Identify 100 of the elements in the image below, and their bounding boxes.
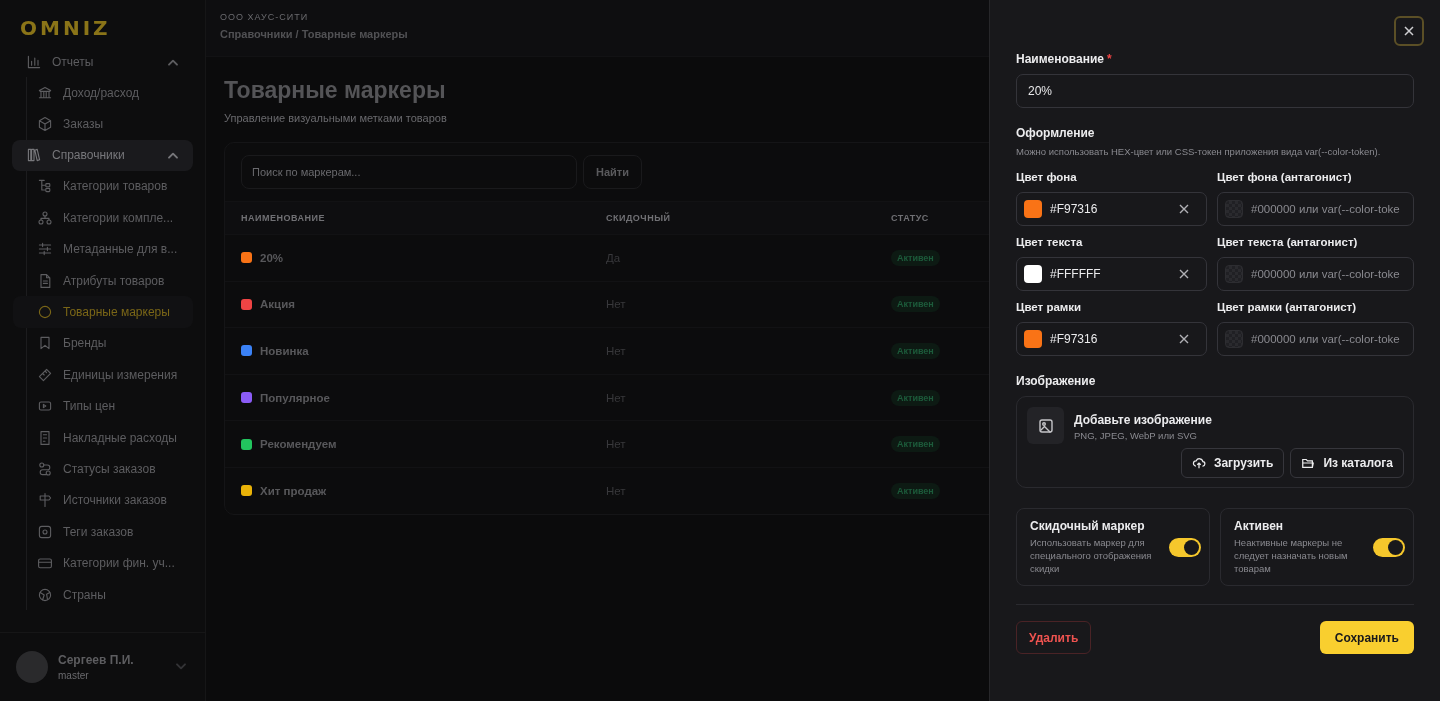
status-badge: Активен	[891, 436, 940, 453]
color-field[interactable]: #000000 или var(--color-toke	[1217, 322, 1414, 356]
status-badge: Активен	[891, 482, 940, 499]
field-label: Цвет рамки	[1016, 301, 1083, 313]
image-icon	[1027, 407, 1064, 444]
toggle-switch[interactable]	[1373, 537, 1405, 557]
status-badge: Активен	[891, 343, 940, 359]
bar-chart-icon	[26, 53, 42, 70]
column-header: НАИМЕНОВАНИЕ	[241, 213, 326, 223]
section-title: Оформление	[1016, 126, 1096, 140]
sidebar-item[interactable]: Категории товаров	[27, 170, 193, 203]
sidebar-item[interactable]: Категории компле...	[27, 202, 193, 234]
sidebar-item[interactable]: Атрибуты товаров	[27, 264, 193, 297]
field-label: Цвет фона (антагонист)	[1217, 171, 1353, 183]
books-icon	[26, 147, 42, 164]
marker-name: Хит продаж	[260, 484, 327, 497]
marker-name: 20%	[260, 251, 284, 264]
sidebar-item[interactable]: Типы цен	[27, 390, 193, 422]
section-title: Изображение	[1016, 374, 1097, 388]
save-button[interactable]: Сохранить	[1319, 621, 1414, 655]
color-input[interactable]: #000000 или var(--color-toke	[1251, 203, 1405, 215]
color-field[interactable]: #000000 или var(--color-toke	[1217, 257, 1414, 291]
ruler-icon	[37, 366, 53, 383]
search-field[interactable]: Поиск по маркерам...	[241, 155, 577, 189]
toggle-switch[interactable]	[1169, 537, 1201, 557]
field-label: Цвет текста (антагонист)	[1217, 236, 1359, 248]
signpost-icon	[37, 492, 53, 509]
field-label: Цвет текста	[1016, 236, 1084, 248]
sidebar-item[interactable]: Доход/расход	[27, 77, 193, 109]
globe-icon	[37, 586, 53, 603]
field-label: Цвет рамки (антагонист)	[1217, 301, 1358, 313]
color-field[interactable]: #F97316	[1016, 192, 1207, 226]
delete-button[interactable]: Удалить	[1016, 621, 1092, 655]
document-icon	[37, 272, 53, 289]
sidebar-item[interactable]: Источники заказов	[27, 484, 193, 517]
column-header: СТАТУС	[891, 213, 930, 223]
color-field[interactable]: #F97316	[1016, 322, 1207, 356]
sidebar-item[interactable]: Теги заказов	[27, 516, 193, 548]
page-subtitle: Управление визуальными метками товаров	[224, 112, 447, 124]
close-icon	[1403, 25, 1415, 37]
receipt-icon	[37, 429, 53, 446]
sidebar-item[interactable]: Метаданные для в...	[27, 233, 193, 265]
search-button[interactable]: Найти	[583, 155, 642, 189]
close-button[interactable]	[1394, 16, 1424, 46]
required-mark: *	[1107, 52, 1112, 66]
color-swatch[interactable]	[1024, 330, 1042, 348]
sidebar-item[interactable]: Бренды	[27, 327, 193, 360]
avatar	[16, 651, 48, 683]
sidebar-item[interactable]: Статусы заказов	[27, 453, 193, 485]
sidebar-group[interactable]: Отчеты	[12, 46, 193, 77]
color-field[interactable]: #FFFFFF	[1016, 257, 1207, 291]
upload-formats: PNG, JPEG, WebP или SVG	[1074, 430, 1198, 441]
marker-name: Акция	[260, 298, 295, 311]
sliders-icon	[37, 241, 53, 258]
toggle-description: Неактивные маркеры не следует назначать новым товарам	[1234, 537, 1349, 576]
field-label: Наименование	[1016, 52, 1105, 66]
route-icon	[37, 461, 53, 477]
field-label: Цвет фона	[1016, 171, 1078, 183]
hierarchy-icon	[37, 209, 53, 226]
status-badge: Активен	[891, 296, 940, 313]
status-badge: Активен	[891, 249, 940, 266]
sidebar-item[interactable]: Накладные расходы	[27, 421, 193, 454]
toggle-title: Скидочный маркер	[1030, 519, 1146, 533]
breadcrumb: Справочники / Товарные маркеры	[220, 28, 408, 40]
color-swatch[interactable]	[1024, 200, 1042, 218]
sidebar-item[interactable]: Заказы	[27, 108, 193, 140]
sidebar-item[interactable]: Категории фин. уч...	[27, 547, 193, 579]
sidebar-item[interactable]: Страны	[27, 578, 193, 611]
toggle-title: Активен	[1234, 519, 1285, 533]
sidebar-item[interactable]: Единицы измерения	[27, 359, 193, 391]
color-input[interactable]: #000000 или var(--color-toke	[1251, 268, 1405, 280]
tree-icon	[37, 178, 53, 195]
company-name: ООО ХАУС-СИТИ	[220, 12, 309, 22]
folder-icon	[1301, 456, 1316, 470]
bank-icon	[37, 84, 53, 101]
name-input[interactable]: 20%	[1016, 74, 1414, 108]
color-swatch[interactable]	[1024, 265, 1042, 283]
user-role: master	[58, 670, 90, 681]
circle-icon	[37, 304, 53, 321]
sidebar-group[interactable]: Справочники	[12, 139, 193, 171]
close-icon	[1178, 333, 1190, 345]
catalog-button[interactable]: Из каталога	[1290, 448, 1404, 478]
logo: OMNIZ	[19, 15, 111, 42]
bookmark-icon	[37, 335, 53, 352]
close-icon	[1178, 203, 1190, 215]
cube-icon	[37, 116, 53, 133]
sidebar-item[interactable]: Товарные маркеры	[13, 296, 193, 328]
marker-name: Рекомендуем	[260, 438, 337, 451]
page-title: Товарные маркеры	[224, 77, 446, 104]
section-hint: Можно использовать HEX-цвет или CSS-токен приложения вида var(--color-token).	[1016, 146, 1382, 157]
close-icon	[1178, 268, 1190, 280]
color-input[interactable]: #000000 или var(--color-toke	[1251, 333, 1405, 345]
user-name: Сергеев П.И.	[58, 653, 135, 667]
status-badge: Активен	[891, 389, 940, 406]
marker-name: Популярное	[260, 391, 330, 404]
upload-title: Добавьте изображение	[1074, 413, 1212, 427]
color-field[interactable]: #000000 или var(--color-toke	[1217, 192, 1414, 226]
upload-button[interactable]: Загрузить	[1180, 448, 1285, 478]
cloud-upload-icon	[1191, 456, 1206, 470]
column-header: СКИДОЧНЫЙ	[606, 213, 672, 223]
